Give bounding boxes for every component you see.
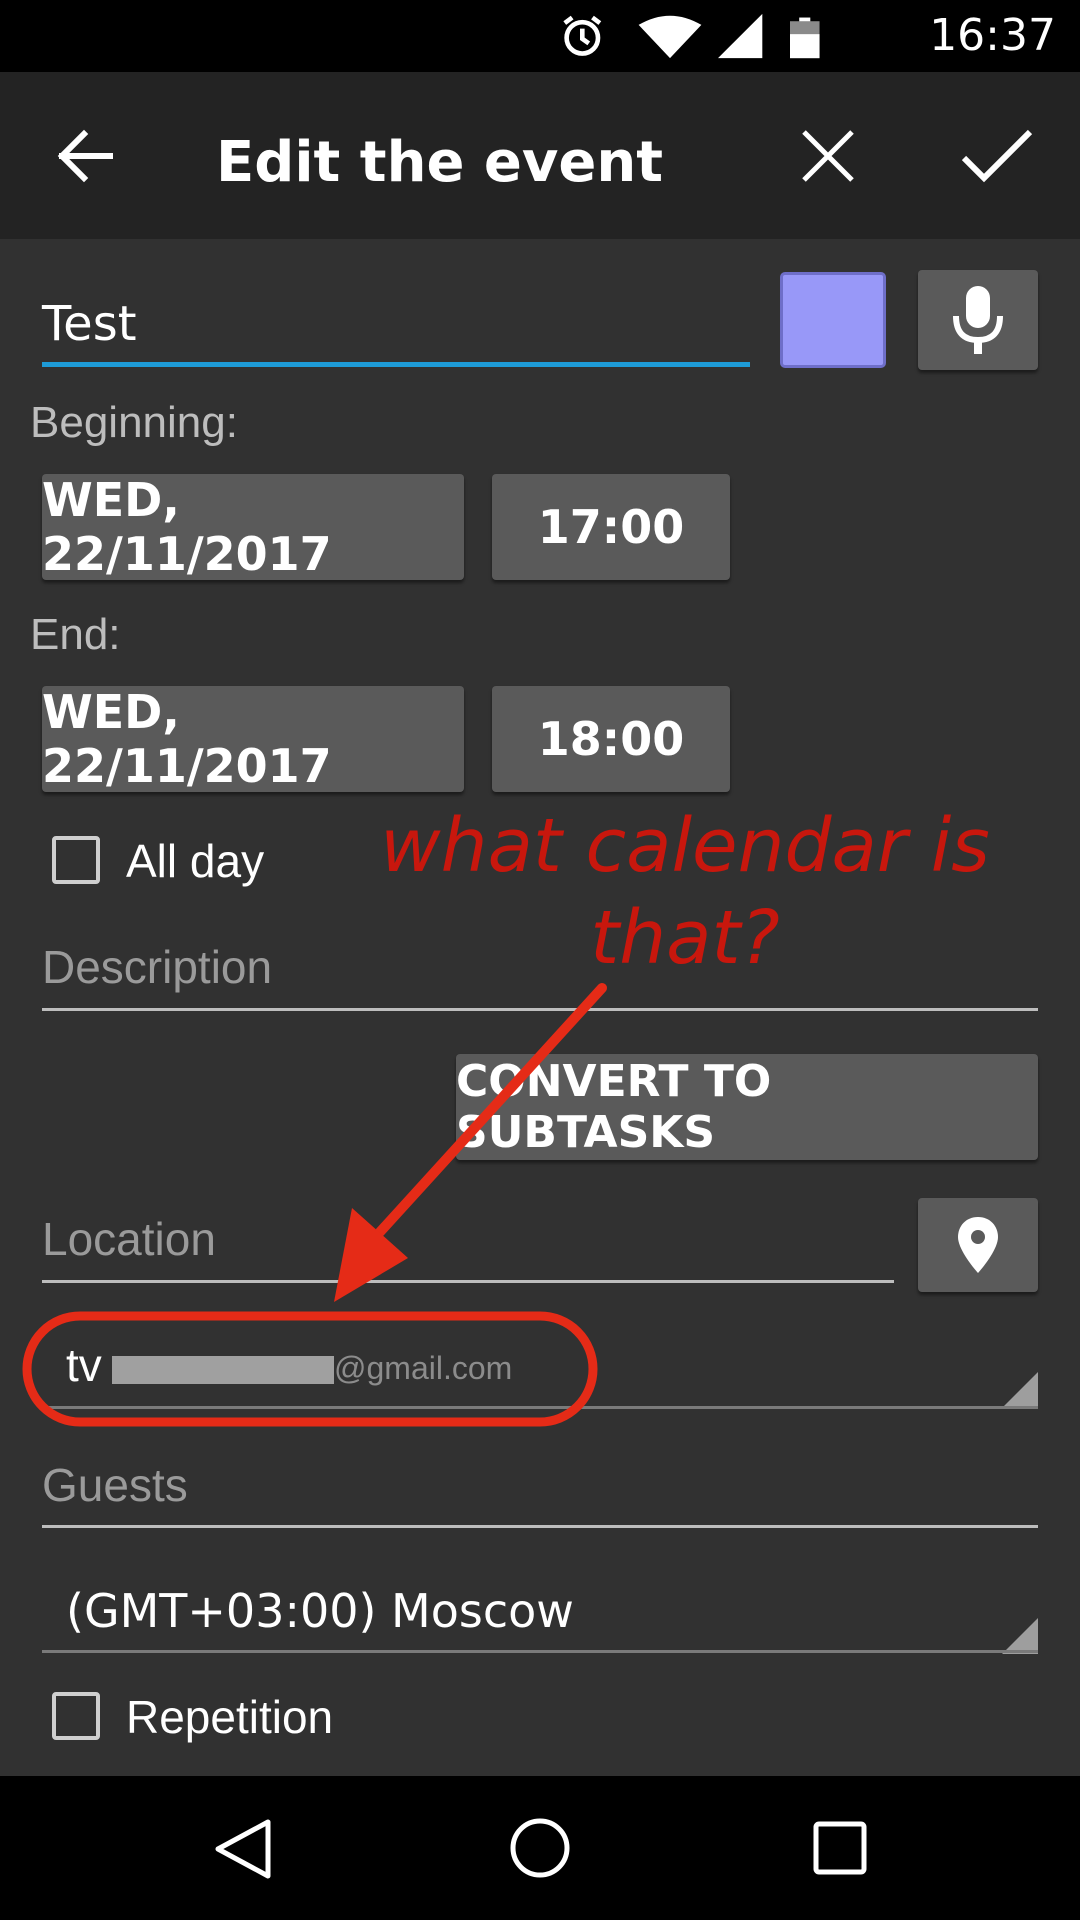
annotation-arrow: [22, 983, 607, 1427]
annotation-highlight-ring: [22, 1311, 598, 1427]
back-triangle-icon: [215, 1819, 271, 1879]
nav-home-button[interactable]: [508, 1816, 572, 1880]
nav-back-button[interactable]: [210, 1816, 274, 1882]
recents-square-icon: [813, 1821, 867, 1875]
annotation-arrow-icon: [334, 983, 607, 1302]
nav-recents-button[interactable]: [812, 1820, 868, 1876]
navigation-bar: [0, 1776, 1080, 1920]
home-circle-icon: [510, 1818, 570, 1878]
